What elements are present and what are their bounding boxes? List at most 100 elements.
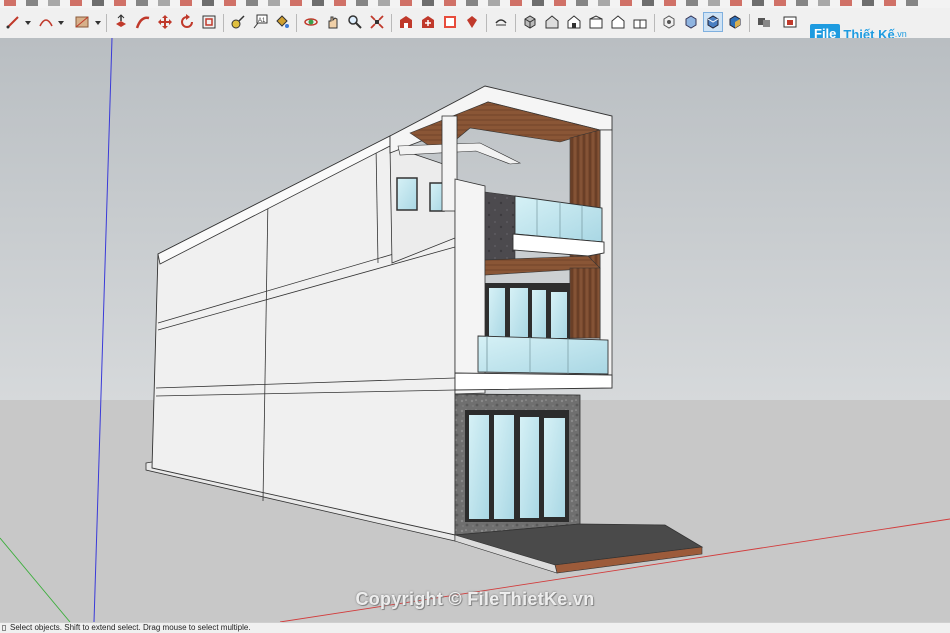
toolbar-separator [296,14,297,32]
text-tool-icon: A1 [252,14,268,30]
walk-tool-button[interactable] [491,12,511,32]
top-toolbar-icon[interactable] [818,0,830,6]
warehouse-icon [398,14,414,30]
orbit-tool-icon [303,14,319,30]
top-toolbar-icon[interactable] [48,0,60,6]
back-view-icon [610,14,626,30]
top-toolbar-icon[interactable] [730,0,742,6]
toolbar-separator [486,14,487,32]
top-toolbar-icon[interactable] [202,0,214,6]
top-toolbar-icon[interactable] [708,0,720,6]
arc-dropdown-icon[interactable] [58,21,64,25]
top-toolbar-icon[interactable] [246,0,258,6]
top-toolbar-icon[interactable] [180,0,192,6]
xray-style-button[interactable] [659,12,679,32]
top-toolbar-icon[interactable] [752,0,764,6]
balcony-slab-lower [454,372,613,391]
top-toolbar-icon[interactable] [224,0,236,6]
zoom-tool-button[interactable] [345,12,365,32]
top-toolbar-icon[interactable] [26,0,38,6]
top-toolbar-icon[interactable] [268,0,280,6]
top-toolbar-icon[interactable] [796,0,808,6]
follow-me-tool-button[interactable] [133,12,153,32]
top-toolbar-icon[interactable] [356,0,368,6]
top-toolbar-icon[interactable] [114,0,126,6]
pan-tool-button[interactable] [323,12,343,32]
line-dropdown-icon[interactable] [25,21,31,25]
line-tool-icon [5,14,21,30]
arc-tool-button[interactable] [36,12,56,32]
left-view-button[interactable] [630,12,650,32]
model-viewport[interactable] [0,38,950,622]
textured-style-button[interactable] [725,12,745,32]
section-plane-button[interactable] [780,12,800,32]
push-pull-tool-button[interactable] [111,12,131,32]
top-toolbar-icon[interactable] [92,0,104,6]
top-toolbar-icon[interactable] [312,0,324,6]
shaded-style-button[interactable] [703,12,723,32]
svg-text:A1: A1 [258,18,266,24]
components-button[interactable] [754,12,774,32]
offset-tool-button[interactable] [199,12,219,32]
warehouse-button[interactable] [396,12,416,32]
front-view-button[interactable] [564,12,584,32]
top-toolbar-icon[interactable] [510,0,522,6]
right-view-button[interactable] [586,12,606,32]
textured-style-icon [727,14,743,30]
top-toolbar-icon[interactable] [334,0,346,6]
top-toolbar-icon[interactable] [400,0,412,6]
top-toolbar-icon[interactable] [906,0,918,6]
top-toolbar-icon[interactable] [862,0,874,6]
extension-warehouse-button[interactable] [418,12,438,32]
layout-button[interactable] [440,12,460,32]
top-toolbar-icon[interactable] [422,0,434,6]
paint-bucket-tool-icon [274,14,290,30]
door-pane [494,415,514,519]
wireframe-style-button[interactable] [681,12,701,32]
text-tool-button[interactable]: A1 [250,12,270,32]
zoom-extents-tool-button[interactable] [367,12,387,32]
top-toolbar-icon[interactable] [158,0,170,6]
top-toolbar-icon[interactable] [576,0,588,6]
rotate-tool-button[interactable] [177,12,197,32]
shape-tool-button[interactable] [72,12,92,32]
top-toolbar-icon[interactable] [598,0,610,6]
top-toolbar-icon[interactable] [664,0,676,6]
top-toolbar-icon[interactable] [642,0,654,6]
back-view-button[interactable] [608,12,628,32]
top-toolbar-icon[interactable] [686,0,698,6]
top-toolbar-icon[interactable] [840,0,852,6]
line-tool-button[interactable] [3,12,23,32]
tape-measure-tool-button[interactable] [228,12,248,32]
shape-dropdown-icon[interactable] [95,21,101,25]
top-toolbar-icon[interactable] [4,0,16,6]
top-view-button[interactable] [542,12,562,32]
top-toolbar-icon[interactable] [532,0,544,6]
top-toolbar-icon[interactable] [466,0,478,6]
move-tool-button[interactable] [155,12,175,32]
top-view-icon [544,14,560,30]
door-pane [520,417,539,518]
ruby-console-icon [464,14,480,30]
window-pane [489,288,505,338]
top-toolbar-icon[interactable] [884,0,896,6]
walk-tool-icon [493,14,509,30]
top-toolbar-icon[interactable] [378,0,390,6]
paint-bucket-tool-button[interactable] [272,12,292,32]
orbit-tool-button[interactable] [301,12,321,32]
top-toolbar-icon[interactable] [488,0,500,6]
top-toolbar-icon[interactable] [136,0,148,6]
top-toolbar-icon[interactable] [70,0,82,6]
top-toolbar-icon[interactable] [290,0,302,6]
top-toolbar-icon[interactable] [774,0,786,6]
iso-view-button[interactable] [520,12,540,32]
ruby-console-button[interactable] [462,12,482,32]
top-toolbar-icon[interactable] [554,0,566,6]
top-toolbar-icon[interactable] [620,0,632,6]
components-icon [756,14,772,30]
model-canvas[interactable] [0,38,950,622]
toolbar-separator [654,14,655,32]
window-pane [510,288,528,338]
top-toolbar-icon[interactable] [444,0,456,6]
zoom-tool-icon [347,14,363,30]
